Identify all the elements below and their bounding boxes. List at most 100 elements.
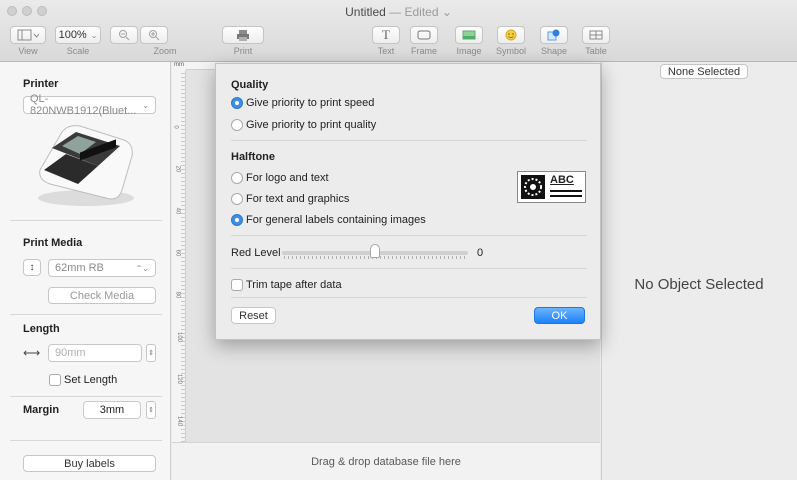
chevron-down-icon: ⌄ xyxy=(90,30,98,40)
frame-label: Frame xyxy=(410,46,437,56)
printer-select[interactable]: QL-820NWB1912(Bluet... ⌄ xyxy=(23,93,156,117)
media-select-value: 62mm RB xyxy=(55,262,104,274)
print-media-heading: Print Media xyxy=(23,237,83,249)
media-select[interactable]: 62mm RB ⌃⌄ xyxy=(48,259,156,277)
length-field[interactable]: 90mm xyxy=(48,344,142,362)
set-length-checkbox[interactable] xyxy=(49,374,61,386)
radio-icon xyxy=(231,119,243,131)
ruler-mark: 0 xyxy=(172,125,179,129)
horizontal-arrows-icon: ⟷ xyxy=(23,346,41,360)
ruler-mark: 140 xyxy=(176,415,183,427)
length-value: 90mm xyxy=(55,347,86,359)
window-title: Untitled — Edited ⌄ xyxy=(0,5,797,19)
zoom-out-button[interactable] xyxy=(110,26,138,44)
ruler-mark: 40 xyxy=(174,207,181,215)
none-selected-label: None Selected xyxy=(667,65,741,78)
inspector-panel xyxy=(601,62,797,480)
zoom-in-button[interactable] xyxy=(140,26,168,44)
printer-icon xyxy=(237,30,249,41)
media-orientation-button[interactable]: ↕ xyxy=(23,259,41,276)
separator xyxy=(10,396,162,397)
halftone-logo-label: For logo and text xyxy=(246,172,329,184)
no-object-selected-text: No Object Selected xyxy=(634,276,764,293)
halftone-graphics-radio[interactable]: For text and graphics xyxy=(231,193,349,205)
database-drop-zone[interactable]: Drag & drop database file here xyxy=(172,442,600,480)
symbol-label: Symbol xyxy=(495,46,526,56)
length-heading: Length xyxy=(23,323,60,335)
sample-line xyxy=(550,195,582,197)
quality-speed-radio[interactable]: Give priority to print speed xyxy=(231,97,374,109)
margin-value: 3mm xyxy=(99,404,125,416)
print-button[interactable] xyxy=(222,26,264,44)
text-button[interactable]: T xyxy=(372,26,400,44)
length-stepper[interactable]: ⇕ xyxy=(146,344,156,362)
vertical-resize-icon: ↕ xyxy=(29,262,35,273)
title-toolbar: Untitled — Edited ⌄ View 100% ⌄ Scale Zoo… xyxy=(0,0,797,62)
halftone-logo-radio[interactable]: For logo and text xyxy=(231,172,329,184)
ruler-mark: 20 xyxy=(174,165,181,173)
text-label: Text xyxy=(377,46,395,56)
sunburst-icon xyxy=(521,175,545,199)
radio-icon xyxy=(231,172,243,184)
updown-chevron-icon: ⌃⌄ xyxy=(135,263,149,273)
drop-zone-text: Drag & drop database file here xyxy=(311,455,461,468)
ruler-mark: 60 xyxy=(174,249,181,257)
sidebar-icon xyxy=(17,29,39,41)
halftone-sample-preview: ABC xyxy=(517,171,586,203)
margin-stepper[interactable]: ⇕ xyxy=(146,401,156,419)
ruler-mark: 120 xyxy=(176,373,183,385)
ruler-mark: 80 xyxy=(174,291,181,299)
scale-value: 100% xyxy=(58,29,87,41)
radio-icon xyxy=(231,193,243,205)
quality-quality-radio[interactable]: Give priority to print quality xyxy=(231,119,376,131)
check-media-button[interactable]: Check Media xyxy=(48,287,156,304)
quality-speed-label: Give priority to print speed xyxy=(246,97,375,109)
zoom-out-icon xyxy=(119,30,130,41)
separator xyxy=(231,235,587,236)
separator xyxy=(231,140,587,141)
separator xyxy=(10,220,162,221)
ruler-mark: 100 xyxy=(176,331,183,343)
margin-field[interactable]: 3mm xyxy=(83,401,141,419)
sample-line xyxy=(550,190,582,192)
trim-tape-checkbox[interactable] xyxy=(231,279,243,291)
shape-button[interactable] xyxy=(540,26,568,44)
printer-heading: Printer xyxy=(23,78,59,90)
frame-button[interactable] xyxy=(410,26,438,44)
trim-tape-label: Trim tape after data xyxy=(246,279,342,291)
quality-heading: Quality xyxy=(231,79,269,91)
view-button[interactable] xyxy=(10,26,46,44)
scale-label: Scale xyxy=(66,46,90,56)
separator xyxy=(10,314,162,315)
halftone-images-radio[interactable]: For general labels containing images xyxy=(231,214,426,226)
check-media-label: Check Media xyxy=(69,289,135,302)
shape-icon xyxy=(547,29,560,41)
buy-labels-button[interactable]: Buy labels xyxy=(23,455,156,472)
red-level-value: 0 xyxy=(477,247,484,259)
table-button[interactable] xyxy=(582,26,610,44)
ruler-unit: mm xyxy=(172,62,186,70)
print-label: Print xyxy=(233,46,253,56)
view-label: View xyxy=(18,46,38,56)
ok-button[interactable]: OK xyxy=(534,307,585,324)
edited-indicator[interactable]: — Edited ⌄ xyxy=(389,5,452,19)
halftone-heading: Halftone xyxy=(231,151,275,163)
none-selected-button[interactable]: None Selected xyxy=(660,64,748,79)
reset-label: Reset xyxy=(239,309,268,322)
image-button[interactable] xyxy=(455,26,483,44)
quality-quality-label: Give priority to print quality xyxy=(246,119,377,131)
frame-icon xyxy=(417,30,431,40)
symbol-button[interactable] xyxy=(497,26,525,44)
separator xyxy=(231,268,587,269)
shape-label: Shape xyxy=(540,46,568,56)
radio-selected-icon xyxy=(231,97,243,109)
margin-heading: Margin xyxy=(23,404,60,416)
sample-text: ABC xyxy=(550,174,574,186)
red-level-knob[interactable] xyxy=(370,244,380,258)
separator xyxy=(10,440,162,441)
scale-select[interactable]: 100% ⌄ xyxy=(55,26,101,44)
chevron-down-icon: ⌄ xyxy=(142,100,149,110)
reset-button[interactable]: Reset xyxy=(231,307,276,324)
separator xyxy=(231,297,587,298)
window-title-text: Untitled xyxy=(345,5,386,19)
